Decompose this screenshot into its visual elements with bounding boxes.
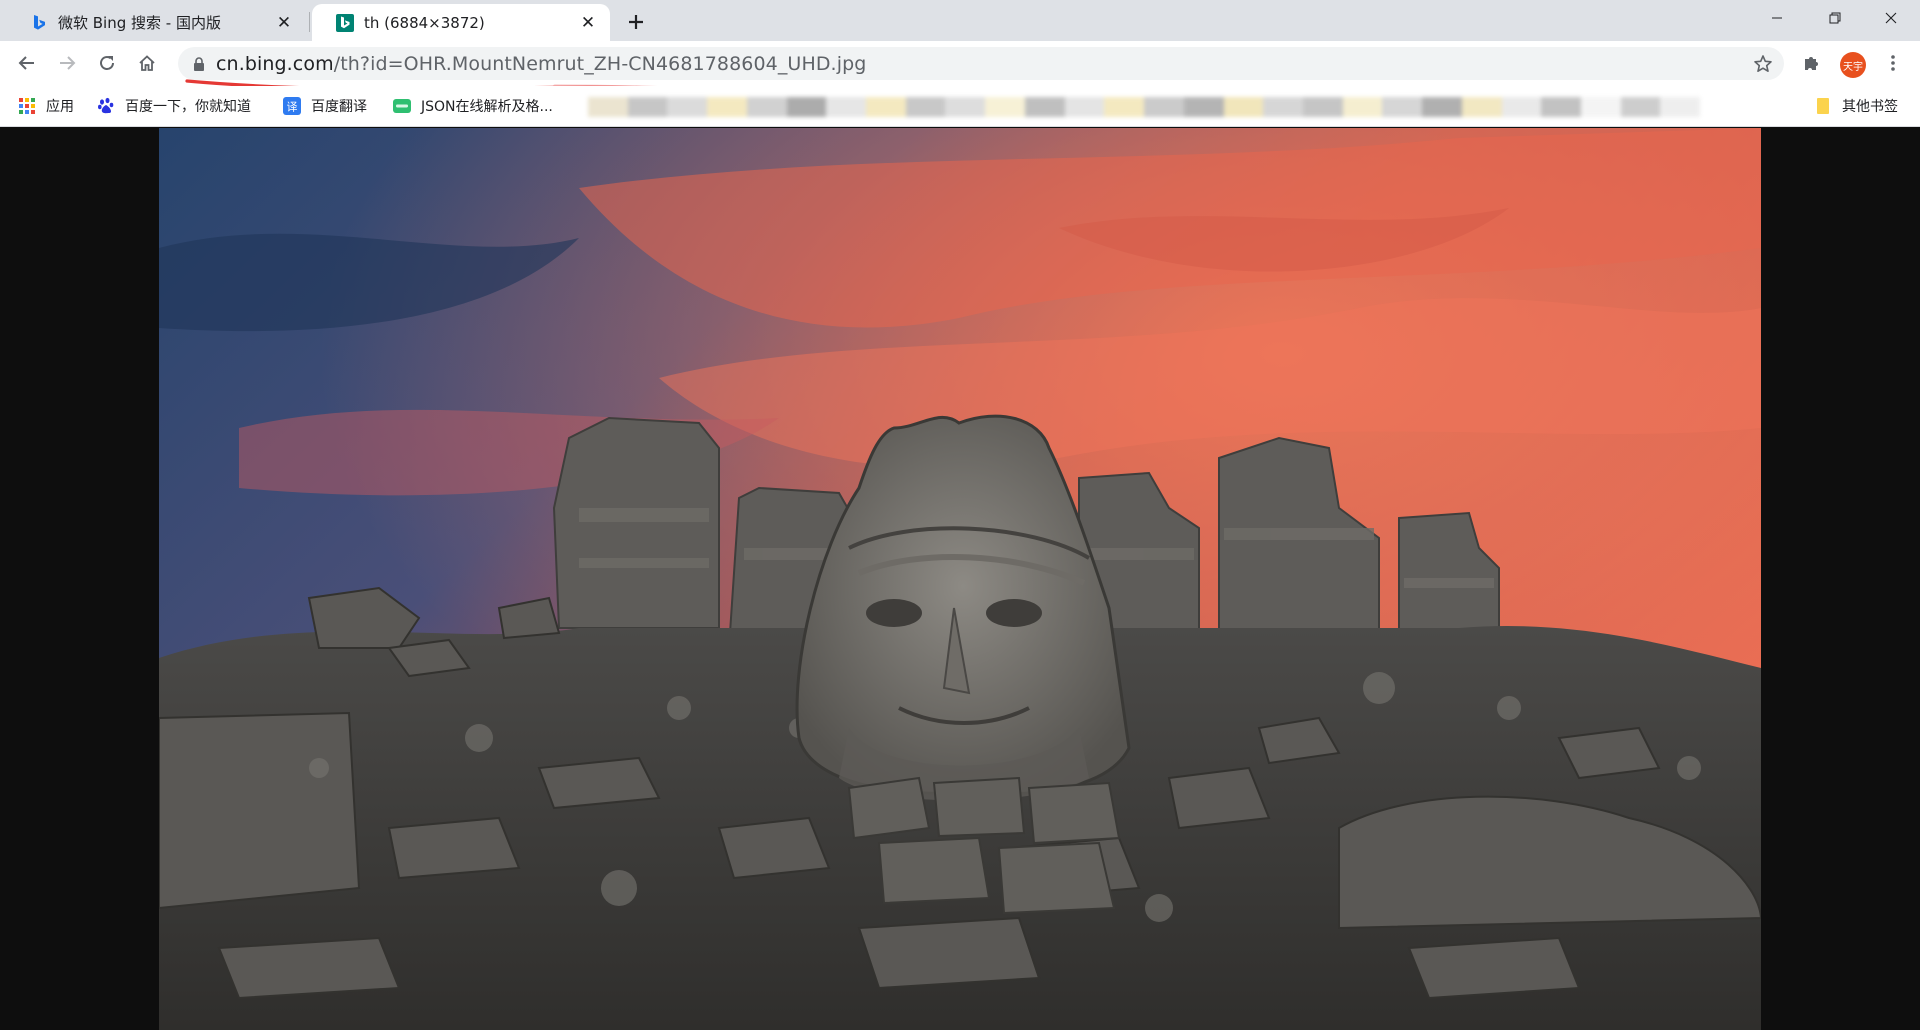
url-text[interactable]: cn.bing.com/th?id=OHR.MountNemrut_ZH-CN4… bbox=[216, 53, 866, 75]
forward-button[interactable] bbox=[50, 46, 84, 80]
bookmark-other-folder[interactable]: 其他书签 bbox=[1814, 94, 1898, 118]
puzzle-icon bbox=[1805, 57, 1818, 70]
tab-image-view[interactable]: th (6884×3872) ✕ bbox=[312, 4, 610, 41]
baidu-paw-icon bbox=[98, 97, 114, 114]
reload-icon bbox=[100, 56, 114, 70]
apps-grid-icon bbox=[19, 98, 35, 114]
bookmark-label: 百度翻译 bbox=[311, 99, 367, 115]
reload-button[interactable] bbox=[90, 46, 124, 80]
plus-icon bbox=[629, 15, 643, 29]
bookmark-baidu-translate[interactable]: 译 百度翻译 bbox=[283, 94, 367, 118]
home-button[interactable] bbox=[130, 46, 164, 80]
tab-title: 微软 Bing 搜索 - 国内版 bbox=[58, 14, 221, 32]
close-tab-icon[interactable]: ✕ bbox=[274, 13, 294, 33]
tab-bing-search[interactable]: 微软 Bing 搜索 - 国内版 ✕ bbox=[6, 4, 306, 41]
lock-icon[interactable] bbox=[190, 55, 208, 73]
baidu-translate-icon: 译 bbox=[283, 97, 301, 115]
profile-avatar[interactable]: 天宇 bbox=[1840, 52, 1866, 78]
minimize-button[interactable] bbox=[1748, 0, 1806, 36]
close-window-button[interactable] bbox=[1862, 0, 1920, 36]
browser-menu-button[interactable] bbox=[1878, 46, 1908, 80]
restore-button[interactable] bbox=[1806, 0, 1864, 36]
json-icon bbox=[393, 99, 411, 113]
bookmarks-bar: 应用 百度一下，你就知道 译 百度翻译 JSON在线解析及格... 其他书签 bbox=[0, 86, 1920, 127]
tab-separator bbox=[309, 12, 310, 32]
image-viewer bbox=[0, 128, 1920, 1030]
browser-toolbar: cn.bing.com/th?id=OHR.MountNemrut_ZH-CN4… bbox=[0, 41, 1920, 86]
tab-title: th (6884×3872) bbox=[364, 13, 485, 32]
address-bar[interactable]: cn.bing.com/th?id=OHR.MountNemrut_ZH-CN4… bbox=[178, 47, 1784, 80]
bookmark-json[interactable]: JSON在线解析及格... bbox=[393, 94, 553, 118]
tab-strip: 微软 Bing 搜索 - 国内版 ✕ th (6884×3872) ✕ bbox=[0, 0, 1920, 41]
bookmark-label: JSON在线解析及格... bbox=[421, 99, 553, 115]
url-host: cn.bing.com bbox=[216, 52, 334, 75]
bookmark-apps[interactable]: 应用 bbox=[18, 94, 74, 118]
home-icon bbox=[139, 55, 155, 71]
url-path: /th?id=OHR.MountNemrut_ZH-CN4681788604_U… bbox=[333, 52, 867, 75]
bing-icon bbox=[336, 13, 354, 32]
blurred-bookmarks bbox=[588, 97, 1701, 117]
close-tab-icon[interactable]: ✕ bbox=[578, 13, 598, 33]
arrow-left-icon bbox=[18, 56, 34, 70]
more-vert-icon bbox=[1891, 55, 1895, 71]
svg-text:译: 译 bbox=[287, 101, 298, 114]
bookmark-label: 百度一下，你就知道 bbox=[125, 99, 251, 115]
extensions-button[interactable] bbox=[1795, 46, 1829, 80]
bookmark-label: 应用 bbox=[46, 99, 74, 115]
bing-icon bbox=[34, 14, 45, 30]
restore-icon bbox=[1829, 12, 1841, 24]
bookmark-label: 其他书签 bbox=[1842, 99, 1898, 115]
back-button[interactable] bbox=[10, 46, 44, 80]
new-tab-button[interactable] bbox=[619, 5, 653, 39]
folder-icon bbox=[1817, 98, 1829, 114]
arrow-right-icon bbox=[60, 56, 76, 70]
minimize-icon bbox=[1772, 17, 1782, 19]
mount-nemrut-photo bbox=[159, 128, 1761, 1030]
bookmark-star-icon[interactable] bbox=[1752, 53, 1774, 75]
displayed-photo[interactable] bbox=[159, 128, 1761, 1030]
bookmark-baidu[interactable]: 百度一下，你就知道 bbox=[97, 94, 251, 118]
close-icon bbox=[1885, 12, 1897, 24]
